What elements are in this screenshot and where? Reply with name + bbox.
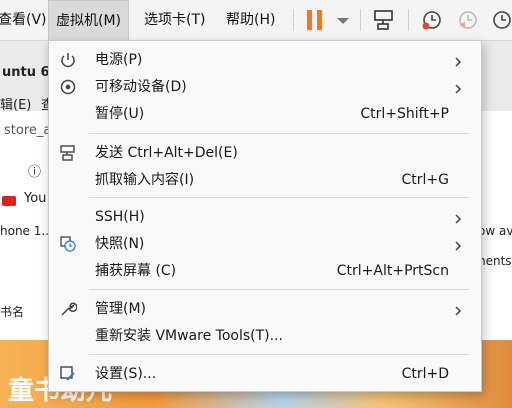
guest-info-icon: ⓘ [28, 165, 42, 180]
menu-item-power[interactable]: 电源(P) [49, 47, 481, 74]
send-keys-toolbar-icon[interactable] [372, 8, 396, 32]
menu-item-snapshot[interactable]: 快照(N) [49, 231, 481, 258]
send-keys-icon [59, 144, 77, 162]
menu-separator [89, 197, 469, 198]
youtube-icon [2, 196, 16, 206]
menu-item-label: 暂停(U) [95, 106, 145, 122]
chevron-down-icon[interactable] [331, 8, 355, 32]
menu-item-manage[interactable]: 管理(M) [49, 296, 481, 323]
menu-item-label: 设置(S)... [95, 366, 157, 382]
menu-help[interactable]: 帮助(H) [222, 0, 279, 40]
snapshot-icon [59, 235, 77, 253]
menu-item-shortcut: Ctrl+Alt+PrtScn [336, 263, 449, 279]
guest-bookmarks-label: 书名 [0, 305, 25, 319]
vm-dropdown-menu: 电源(P) 可移动设备(D) 暂停(U) Ctrl+Shift+P 发送 Ctr… [48, 40, 482, 392]
revert-snapshot-icon[interactable] [456, 8, 480, 32]
menu-item-send-ctrl-alt-del[interactable]: 发送 Ctrl+Alt+Del(E) [49, 140, 481, 167]
take-snapshot-icon[interactable] [420, 8, 444, 32]
menu-item-label: SSH(H) [95, 209, 145, 225]
menu-item-reinstall-vmware-tools[interactable]: 重新安装 VMware Tools(T)... [49, 323, 481, 350]
menu-bar: 查看(V) 虚拟机(M) 选项卡(T) 帮助(H) [0, 0, 512, 41]
menu-item-shortcut: Ctrl+Shift+P [360, 106, 449, 122]
menu-view[interactable]: 查看(V) [0, 0, 51, 40]
guest-right-label: ow ava [478, 224, 512, 238]
menu-item-label: 重新安装 VMware Tools(T)... [95, 328, 283, 344]
chevron-right-icon [453, 212, 463, 224]
menu-item-label: 捕获屏幕 (C) [95, 263, 177, 279]
snapshot-manager-icon[interactable] [490, 8, 512, 32]
menu-separator [89, 289, 469, 290]
menu-item-shortcut: Ctrl+D [401, 366, 449, 382]
disc-icon [59, 78, 77, 96]
settings-icon [59, 365, 77, 383]
menu-item-label: 可移动设备(D) [95, 79, 187, 95]
pause-icon[interactable] [304, 8, 328, 32]
chevron-right-icon [453, 82, 463, 94]
menu-item-grab-input[interactable]: 抓取输入内容(I) Ctrl+G [49, 167, 481, 194]
menu-item-removable-devices[interactable]: 可移动设备(D) [49, 74, 481, 101]
menu-tabs[interactable]: 选项卡(T) [140, 0, 209, 40]
menu-item-capture-screen[interactable]: 捕获屏幕 (C) Ctrl+Alt+PrtScn [49, 258, 481, 285]
menu-item-ssh[interactable]: SSH(H) [49, 204, 481, 231]
chevron-right-icon [453, 55, 463, 67]
menu-item-shortcut: Ctrl+G [401, 172, 450, 188]
menu-separator [89, 354, 469, 355]
wrench-icon [59, 300, 78, 318]
guest-youtube-label: You [24, 191, 47, 206]
menu-vm[interactable]: 虚拟机(M) [48, 0, 130, 40]
menu-item-settings[interactable]: 设置(S)... Ctrl+D [49, 361, 481, 388]
chevron-right-icon [453, 239, 463, 251]
toolbar-separator [293, 9, 294, 31]
menu-separator [89, 133, 469, 134]
guest-right-label-2: nents [478, 254, 512, 268]
guest-address: store_a [4, 123, 52, 138]
menu-item-pause[interactable]: 暂停(U) Ctrl+Shift+P [49, 101, 481, 128]
menu-item-label: 快照(N) [95, 236, 145, 252]
power-icon [59, 51, 77, 69]
chevron-right-icon [453, 304, 463, 316]
menu-item-label: 发送 Ctrl+Alt+Del(E) [95, 145, 238, 161]
menu-item-label: 管理(M) [95, 301, 147, 317]
menu-item-label: 电源(P) [95, 52, 143, 68]
menu-item-label: 抓取输入内容(I) [95, 172, 195, 188]
guest-phone-label: hone 1... [0, 224, 53, 238]
toolbar-separator [360, 9, 361, 31]
toolbar-separator [408, 9, 409, 31]
